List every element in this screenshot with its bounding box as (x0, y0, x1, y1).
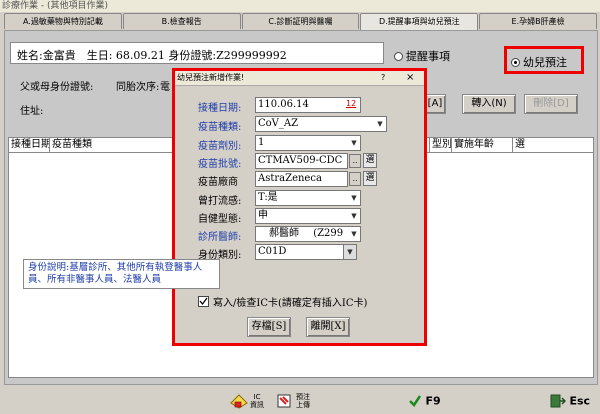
mode-radio-group: 提醒事項 (394, 48, 450, 64)
identity-value: C01D (258, 246, 287, 257)
tab-allergy[interactable]: A.過敏藥物與特別記載 (4, 13, 122, 29)
vaccine-type-value: CoV_AZ (258, 118, 299, 129)
chevron-down-icon: ▼ (343, 245, 356, 259)
chevron-down-icon: ▼ (377, 120, 383, 128)
self-type-label: 自健型態: (198, 214, 242, 225)
tab-pregnancy[interactable]: E.孕婦B肝產檢 (479, 13, 597, 29)
chevron-down-icon: ▼ (351, 230, 357, 238)
ic-card-icon (230, 394, 248, 409)
parent-id-label: 父或母身份證號: (20, 82, 94, 93)
tab-exam-report[interactable]: B.檢查報告 (122, 13, 241, 29)
lot-browse-button[interactable]: .. (349, 154, 361, 168)
col-date[interactable]: 接種日期 (9, 138, 50, 152)
child-vaccine-radio[interactable]: 幼兒預注 (511, 54, 567, 70)
self-type-select[interactable]: 申 ▼ (255, 208, 361, 224)
doctor-label: 診所醫師: (198, 232, 242, 243)
identity-note: 身份說明:基層診所、其他所有執登醫事人員、所有非醫事人員、法醫人員 (23, 259, 220, 289)
doctor-value: 郝醫師 (269, 228, 299, 239)
radio-off-icon (394, 51, 403, 61)
col-age[interactable]: 實施年齡 (452, 138, 513, 152)
upload-label-1: 預注 (296, 393, 310, 401)
esc-button[interactable]: Esc (550, 394, 590, 412)
chevron-down-icon: ▼ (351, 212, 357, 220)
vaccine-type-label: 疫苗種類: (198, 122, 242, 133)
flu-select[interactable]: T:是 ▼ (255, 190, 361, 206)
upload-icon (277, 394, 291, 408)
dose-select[interactable]: 1 ▼ (255, 135, 361, 151)
window-title: 診療作業 - (其他項目作業) (0, 0, 600, 12)
lot-select-button[interactable]: 選 (363, 153, 377, 168)
identity-select[interactable]: C01D ▼ (255, 244, 357, 260)
self-type-value: 申 (258, 210, 268, 221)
child-vaccine-radio-label: 幼兒預注 (523, 56, 567, 69)
flu-label: 曾打流感: (198, 196, 242, 207)
upload-label-2: 上傳 (296, 401, 310, 409)
ic-info-label-1: IC (253, 393, 261, 401)
save-button[interactable]: 存檔[S] (247, 317, 291, 337)
lot-input[interactable]: CTMAV509-CDC (255, 153, 348, 169)
patient-info: 姓名:金富貴 生日: 68.09.21 身份證號:Z299999992 (10, 42, 384, 64)
maker-browse-button[interactable]: .. (349, 172, 361, 186)
date-label: 接種日期: (198, 103, 242, 114)
bottom-toolbar: IC 資訊 預注 上傳 F9 Esc (0, 390, 600, 414)
address-label: 住址: (20, 106, 44, 117)
tab-diagnosis[interactable]: C.診斷証明與醫囑 (241, 13, 360, 29)
ic-card-checkbox[interactable]: 寫入/檢查IC卡(請確定有插入IC卡) (198, 294, 367, 309)
f9-button[interactable]: F9 (408, 394, 441, 412)
radio-on-icon (511, 57, 520, 67)
maker-select-button[interactable]: 選 (363, 171, 377, 186)
chevron-down-icon: ▼ (351, 194, 357, 202)
button-a[interactable]: [A] (424, 94, 446, 114)
doctor-select[interactable]: 郝醫師 (Z299 ▼ (255, 226, 361, 242)
tab-reminder-vaccine[interactable]: D.提醒事項與幼兒預注 (360, 13, 479, 31)
checkbox-checked-icon (198, 296, 209, 307)
dose-label: 疫苗劑別: (198, 141, 242, 152)
maker-label: 疫苗廠商 (198, 177, 238, 188)
dialog-titlebar: 幼兒預注新增作業! ? × (175, 71, 424, 86)
ic-info-button[interactable]: IC 資訊 (230, 393, 270, 413)
help-icon[interactable]: ? (381, 71, 385, 85)
dose-value: 1 (258, 137, 265, 148)
esc-label: Esc (569, 394, 591, 408)
tab-strip: A.過敏藥物與特別記載 B.檢查報告 C.診斷証明與醫囑 D.提醒事項與幼兒預注… (4, 13, 598, 31)
delete-button[interactable]: 刪除[D] (524, 94, 578, 114)
exit-icon (550, 394, 566, 408)
f9-label: F9 (425, 394, 441, 408)
flu-value: T:是 (258, 192, 278, 203)
vaccine-upload-button[interactable]: 預注 上傳 (276, 393, 316, 413)
checkmark-icon (409, 395, 422, 407)
doctor-code: (Z299 (313, 228, 344, 239)
reminder-radio-label: 提醒事項 (406, 50, 450, 63)
col-type[interactable]: 型別 (430, 138, 452, 152)
dialog-title: 幼兒預注新增作業! (177, 73, 245, 82)
col-select[interactable]: 選 (513, 138, 593, 152)
exit-button[interactable]: 離開[X] (306, 317, 350, 337)
transfer-button[interactable]: 轉入(N) (462, 94, 516, 114)
calendar-icon[interactable]: 12 (346, 99, 356, 108)
birth-order-label: 同胎次序: (116, 82, 160, 93)
vaccine-type-select[interactable]: CoV_AZ ▼ (255, 116, 387, 132)
maker-input[interactable]: AstraZeneca (255, 171, 348, 187)
close-icon[interactable]: × (406, 71, 414, 85)
chevron-down-icon: ▼ (351, 139, 357, 147)
lot-label: 疫苗批號: (198, 159, 242, 170)
reminder-radio[interactable]: 提醒事項 (394, 48, 450, 64)
phone-label: 電 (160, 82, 170, 93)
ic-card-checkbox-label: 寫入/檢查IC卡(請確定有插入IC卡) (213, 298, 368, 309)
ic-info-label-2: 資訊 (250, 401, 264, 409)
